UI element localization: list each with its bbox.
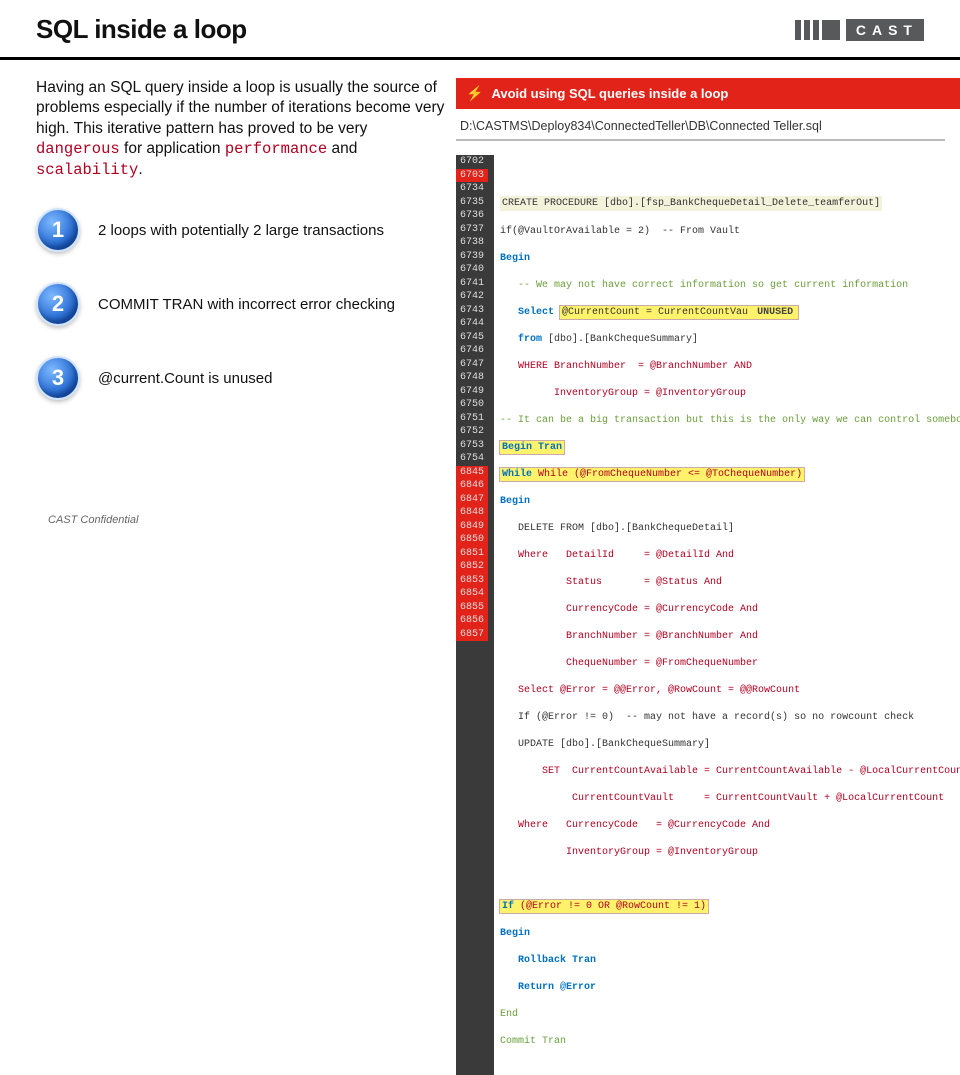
line-number: 6753 — [456, 439, 488, 453]
line-number: 6748 — [456, 371, 488, 385]
code-line: Select @CurrentCount = CurrentCountVau U… — [500, 306, 960, 320]
line-number: 6740 — [456, 263, 488, 277]
issue-2: 2 COMMIT TRAN with incorrect error check… — [36, 282, 446, 326]
code-line: InventoryGroup = @InventoryGroup — [500, 846, 960, 860]
cast-logo: CAST — [795, 19, 924, 41]
code-line: CurrencyCode = @CurrencyCode And — [500, 603, 960, 617]
issue-1-text: 2 loops with potentially 2 large transac… — [98, 222, 384, 239]
code-line: Return @Error — [500, 981, 960, 995]
line-number: 6846 — [456, 479, 488, 493]
line-number: 6746 — [456, 344, 488, 358]
para-part4: . — [138, 161, 142, 178]
line-number: 6853 — [456, 574, 488, 588]
page-title: SQL inside a loop — [36, 14, 247, 45]
line-number: 6702 — [456, 155, 488, 169]
line-number: 6849 — [456, 520, 488, 534]
line-number: 6739 — [456, 250, 488, 264]
line-number: 6742 — [456, 290, 488, 304]
badge-1-icon: 1 — [36, 208, 80, 252]
code-line: BranchNumber = @BranchNumber And — [500, 630, 960, 644]
line-number: 6848 — [456, 506, 488, 520]
code-line: InventoryGroup = @InventoryGroup — [500, 387, 960, 401]
line-number: 6749 — [456, 385, 488, 399]
code-line: Begin Tran — [500, 441, 960, 455]
code-line: WHERE BranchNumber = @BranchNumber AND — [500, 360, 960, 374]
code-line: Begin — [500, 495, 960, 509]
code-line: -- We may not have correct information s… — [500, 279, 960, 293]
para-part2: for application — [120, 140, 225, 157]
code-line: Where CurrencyCode = @CurrencyCode And — [500, 819, 960, 833]
line-number: 6857 — [456, 628, 488, 642]
line-number: 6741 — [456, 277, 488, 291]
code-line: While While (@FromChequeNumber <= @ToChe… — [500, 468, 960, 482]
line-number: 6854 — [456, 587, 488, 601]
line-number: 6743 — [456, 304, 488, 318]
issue-1: 1 2 loops with potentially 2 large trans… — [36, 208, 446, 252]
footer-text: CAST Confidential — [48, 514, 139, 526]
word-scalability: scalability — [36, 161, 138, 179]
line-number: 6744 — [456, 317, 488, 331]
issues-list: 1 2 loops with potentially 2 large trans… — [36, 208, 446, 400]
file-path: D:\CASTMS\Deploy834\ConnectedTeller\DB\C… — [456, 109, 945, 141]
word-performance: performance — [225, 140, 327, 158]
bolt-icon: ⚡ — [466, 85, 483, 102]
code-line: if(@VaultOrAvailable = 2) -- From Vault — [500, 225, 960, 239]
code-body: CREATE PROCEDURE [dbo].[fsp_BankChequeDe… — [494, 155, 960, 1075]
code-line: Status = @Status And — [500, 576, 960, 590]
code-line: If (@Error != 0 OR @RowCount != 1) — [500, 900, 960, 914]
code-line — [500, 169, 960, 183]
code-line: ChequeNumber = @FromChequeNumber — [500, 657, 960, 671]
intro-paragraph: Having an SQL query inside a loop is usu… — [36, 78, 446, 180]
line-number: 6751 — [456, 412, 488, 426]
code-line: DELETE FROM [dbo].[BankChequeDetail] — [500, 522, 960, 536]
line-number: 6734 — [456, 182, 488, 196]
code-line: SET CurrentCountAvailable = CurrentCount… — [500, 765, 960, 779]
code-line: CurrentCountVault = CurrentCountVault + … — [500, 792, 960, 806]
line-gutter: 6702670367346735673667376738673967406741… — [456, 155, 494, 1075]
code-line: End — [500, 1008, 960, 1022]
code-line: UPDATE [dbo].[BankChequeSummary] — [500, 738, 960, 752]
para-part1: Having an SQL query inside a loop is usu… — [36, 79, 444, 137]
line-number: 6754 — [456, 452, 488, 466]
badge-2-icon: 2 — [36, 282, 80, 326]
code-line: Select @Error = @@Error, @RowCount = @@R… — [500, 684, 960, 698]
line-number: 6738 — [456, 236, 488, 250]
code-line: -- It can be a big transaction but this … — [500, 414, 960, 428]
line-number: 6856 — [456, 614, 488, 628]
word-dangerous: dangerous — [36, 140, 120, 158]
line-number: 6745 — [456, 331, 488, 345]
line-number: 6851 — [456, 547, 488, 561]
badge-3-icon: 3 — [36, 356, 80, 400]
code-line: Begin — [500, 927, 960, 941]
line-number: 6752 — [456, 425, 488, 439]
code-line: Commit Tran — [500, 1035, 960, 1049]
issue-3-text: @current.Count is unused — [98, 370, 273, 387]
code-line: If (@Error != 0) -- may not have a recor… — [500, 711, 960, 725]
code-block: 6702670367346735673667376738673967406741… — [456, 155, 960, 1075]
code-line: from [dbo].[BankChequeSummary] — [500, 333, 960, 347]
line-number: 6750 — [456, 398, 488, 412]
line-number: 6847 — [456, 493, 488, 507]
code-line: Where DetailId = @DetailId And — [500, 549, 960, 563]
line-number: 6855 — [456, 601, 488, 615]
line-number: 6852 — [456, 560, 488, 574]
line-number: 6747 — [456, 358, 488, 372]
line-number: 6735 — [456, 196, 488, 210]
code-line: Begin — [500, 252, 960, 266]
code-line: Rollback Tran — [500, 954, 960, 968]
line-number: 6845 — [456, 466, 488, 480]
line-number: 6703 — [456, 169, 488, 183]
code-line — [500, 873, 960, 887]
rule-title: Avoid using SQL queries inside a loop — [491, 86, 728, 101]
logo-text: CAST — [846, 19, 924, 41]
line-number: 6737 — [456, 223, 488, 237]
issue-3: 3 @current.Count is unused — [36, 356, 446, 400]
issue-2-text: COMMIT TRAN with incorrect error checkin… — [98, 296, 395, 313]
logo-bars-icon — [795, 20, 840, 40]
code-line: CREATE PROCEDURE [dbo].[fsp_BankChequeDe… — [500, 196, 960, 212]
para-part3: and — [327, 140, 357, 157]
line-number: 6736 — [456, 209, 488, 223]
rule-banner: ⚡ Avoid using SQL queries inside a loop — [456, 78, 960, 109]
